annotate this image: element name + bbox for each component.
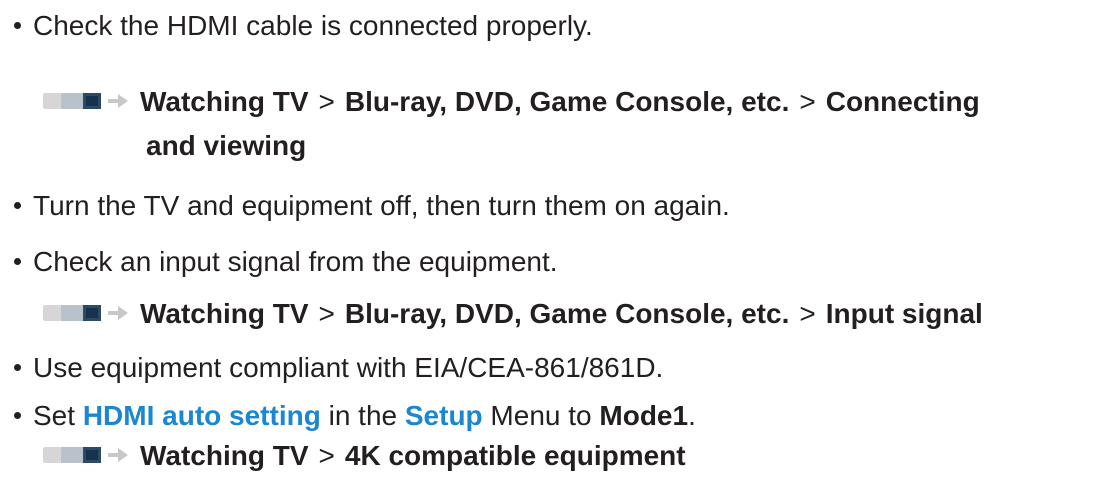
bullet-item: Check an input signal from the equipment… bbox=[14, 242, 558, 282]
item-text-part: Menu to bbox=[482, 400, 600, 431]
ref-path-continuation[interactable]: and viewing bbox=[146, 130, 306, 161]
item-text-part: . bbox=[688, 400, 696, 431]
item-text: Check the HDMI cable is connected proper… bbox=[33, 10, 593, 41]
hdmi-auto-setting-link[interactable]: HDMI auto setting bbox=[83, 400, 321, 431]
ref-path-2[interactable]: Input signal bbox=[826, 298, 983, 329]
item-text-part: in the bbox=[320, 400, 405, 431]
mode1-value: Mode1 bbox=[599, 400, 689, 431]
bullet-item: Use equipment compliant with EIA/CEA-861… bbox=[14, 348, 663, 388]
ref-path-1[interactable]: 4K compatible equipment bbox=[345, 440, 686, 471]
bullet-dot-icon bbox=[14, 202, 21, 210]
bullet-dot-icon bbox=[14, 22, 21, 30]
bullet-item: Turn the TV and equipment off, then turn… bbox=[14, 186, 730, 226]
ref-path-1[interactable]: Blu-ray, DVD, Game Console, etc. bbox=[345, 86, 790, 117]
bullet-dot-icon bbox=[14, 364, 21, 372]
ref-path-0[interactable]: Watching TV bbox=[140, 440, 309, 471]
bullet-dot-icon bbox=[14, 258, 21, 266]
reference-link-line[interactable]: Watching TV >4K compatible equipment bbox=[42, 436, 686, 476]
ref-separator: > bbox=[799, 86, 816, 117]
ref-separator: > bbox=[318, 440, 335, 471]
reference-link-line[interactable]: Watching TV > Blu-ray, DVD, Game Console, … bbox=[42, 82, 980, 122]
ref-path-0[interactable]: Watching TV bbox=[140, 298, 309, 329]
ref-separator: > bbox=[799, 298, 816, 329]
ref-separator: > bbox=[318, 298, 335, 329]
item-text-part: Set bbox=[33, 400, 83, 431]
item-text: Use equipment compliant with EIA/CEA-861… bbox=[33, 352, 664, 383]
bullet-item: Set HDMI auto setting in the Setup Menu … bbox=[14, 396, 696, 436]
reference-link-continuation[interactable]: and viewing bbox=[146, 126, 306, 166]
reference-arrow-icon bbox=[42, 302, 130, 323]
bullet-dot-icon bbox=[14, 412, 21, 420]
ref-path-0[interactable]: Watching TV bbox=[140, 86, 309, 117]
reference-arrow-icon bbox=[42, 90, 130, 111]
item-text: Check an input signal from the equipment… bbox=[33, 246, 558, 277]
item-text: Turn the TV and equipment off, then turn… bbox=[33, 190, 730, 221]
reference-link-line[interactable]: Watching TV > Blu-ray, DVD, Game Console, … bbox=[42, 294, 983, 334]
bullet-item: Check the HDMI cable is connected proper… bbox=[14, 6, 593, 46]
reference-arrow-icon bbox=[42, 444, 130, 465]
ref-path-2[interactable]: Connecting bbox=[826, 86, 980, 117]
ref-separator: > bbox=[318, 86, 335, 117]
setup-menu-link[interactable]: Setup bbox=[405, 400, 483, 431]
ref-path-1[interactable]: Blu-ray, DVD, Game Console, etc. bbox=[345, 298, 790, 329]
